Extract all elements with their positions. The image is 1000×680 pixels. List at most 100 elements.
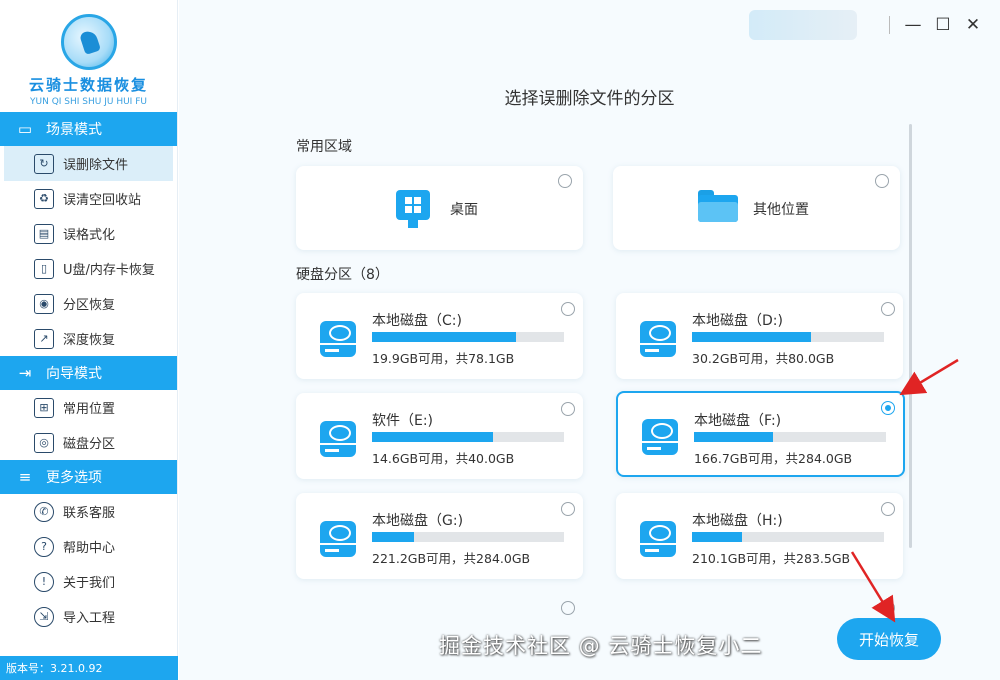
version-label: 版本号：3.21.0.92 <box>0 656 178 680</box>
sidebar-item-import-project[interactable]: ⇲ 导入工程 <box>0 599 177 634</box>
sidebar-item-partition[interactable]: ◉ 分区恢复 <box>0 286 177 321</box>
sidebar-item-deleted-files[interactable]: ↻ 误删除文件 <box>4 146 173 181</box>
sidebar-item-label: 联系客服 <box>63 506 116 521</box>
hard-disk-icon <box>640 321 676 357</box>
account-area[interactable] <box>749 10 857 40</box>
start-recovery-button[interactable]: 开始恢复 <box>837 618 941 660</box>
scrollbar[interactable] <box>909 124 912 548</box>
area-card-other-location[interactable]: 其他位置 <box>613 166 900 250</box>
sidebar-item-label: 导入工程 <box>63 611 116 626</box>
sidebar-item-help-center[interactable]: ? 帮助中心 <box>0 529 177 564</box>
disk-info: 166.7GB可用，共284.0GB <box>694 451 853 466</box>
sidebar-item-label: 误删除文件 <box>63 158 129 173</box>
disk-card-d[interactable]: 本地磁盘（D:) 30.2GB可用，共80.0GB <box>616 293 903 379</box>
disk-card-g[interactable]: 本地磁盘（G:) 221.2GB可用，共284.0GB <box>296 493 583 579</box>
deep-scan-icon: ↗ <box>34 328 54 349</box>
hard-disk-icon <box>320 521 356 557</box>
desktop-icon <box>396 190 430 228</box>
signpost-icon: ⇥ <box>18 364 32 382</box>
disk-usage-fill <box>372 432 493 442</box>
titlebar-divider <box>889 16 890 34</box>
recycle-bin-icon: ♻ <box>34 188 54 209</box>
monitor-icon: ▭ <box>17 120 33 138</box>
main-panel: — ☐ ✕ 选择误删除文件的分区 常用区域 桌面 其他位置 硬盘分区（8） 本地… <box>179 0 1000 680</box>
sidebar-item-label: 误格式化 <box>63 228 116 243</box>
section-wizard-mode: ⇥ 向导模式 <box>0 356 177 390</box>
disk-radio[interactable] <box>561 402 575 416</box>
disk-name: 本地磁盘（F:) <box>694 413 782 429</box>
disk-usage-bar <box>694 432 886 442</box>
hard-disk-icon <box>320 321 356 357</box>
sidebar-item-disk-partitions[interactable]: ◎ 磁盘分区 <box>0 425 177 460</box>
area-card-desktop[interactable]: 桌面 <box>296 166 583 250</box>
area-radio[interactable] <box>558 174 572 188</box>
partition-icon: ◉ <box>34 293 54 314</box>
windows-icon: ⊞ <box>34 397 54 418</box>
disk-card-partial-right[interactable] <box>616 593 903 615</box>
disk-usage-bar <box>372 332 564 342</box>
windows-logo-icon <box>405 197 421 213</box>
sidebar-item-label: 磁盘分区 <box>63 437 116 452</box>
disk-name: 本地磁盘（G:) <box>372 513 464 529</box>
disk-usage-bar <box>372 532 564 542</box>
disk-usage-fill <box>692 532 742 542</box>
disk-usage-fill <box>692 332 812 342</box>
usb-drive-icon: ▯ <box>34 258 54 279</box>
disk-usage-bar <box>692 532 884 542</box>
disk-radio[interactable] <box>561 502 575 516</box>
close-button[interactable]: ✕ <box>958 10 988 40</box>
disk-name: 本地磁盘（D:) <box>692 313 783 329</box>
section-title: 场景模式 <box>46 122 102 138</box>
app-name: 云骑士数据恢复 <box>28 76 148 94</box>
disk-card-partial-left[interactable] <box>296 593 583 615</box>
sidebar-item-label: 关于我们 <box>63 576 116 591</box>
title-bar: — ☐ ✕ <box>749 0 1000 50</box>
section-title: 向导模式 <box>46 366 102 382</box>
sidebar-item-deep-scan[interactable]: ↗ 深度恢复 <box>0 321 177 356</box>
menu-icon: ≡ <box>18 468 32 486</box>
sidebar-item-label: 常用位置 <box>63 402 116 417</box>
hard-disk-icon <box>642 419 678 455</box>
disk-info: 221.2GB可用，共284.0GB <box>372 551 531 566</box>
disk-section-label: 硬盘分区（8） <box>296 267 389 283</box>
disk-usage-fill <box>372 532 415 542</box>
disk-radio[interactable] <box>881 502 895 516</box>
knight-logo-icon <box>60 14 117 70</box>
disk-radio[interactable] <box>561 601 575 615</box>
sidebar-item-about-us[interactable]: ! 关于我们 <box>0 564 177 599</box>
disk-name: 本地磁盘（C:) <box>372 313 462 329</box>
disk-usage-fill <box>694 432 773 442</box>
disk-card-f[interactable]: 本地磁盘（F:) 166.7GB可用，共284.0GB <box>616 391 905 477</box>
disk-name: 软件（E:) <box>372 413 434 429</box>
disk-radio-selected[interactable] <box>881 401 895 415</box>
recover-file-icon: ↻ <box>34 153 54 174</box>
phone-icon: ✆ <box>34 501 54 522</box>
import-icon: ⇲ <box>34 606 54 627</box>
disk-card-c[interactable]: 本地磁盘（C:) 19.9GB可用，共78.1GB <box>296 293 583 379</box>
info-icon: ! <box>34 571 54 592</box>
sidebar-item-recycle-bin[interactable]: ♻ 误清空回收站 <box>0 181 177 216</box>
disk-usage-bar <box>692 332 884 342</box>
section-scenario-mode: ▭ 场景模式 <box>0 112 177 146</box>
area-label: 其他位置 <box>753 202 809 218</box>
sidebar-item-label: 帮助中心 <box>63 541 116 556</box>
disk-card-h[interactable]: 本地磁盘（H:) 210.1GB可用，共283.5GB <box>616 493 903 579</box>
sidebar-item-usb[interactable]: ▯ U盘/内存卡恢复 <box>0 251 177 286</box>
sidebar-item-common-locations[interactable]: ⊞ 常用位置 <box>0 390 177 425</box>
sidebar-item-contact-support[interactable]: ✆ 联系客服 <box>0 494 177 529</box>
disk-radio[interactable] <box>561 302 575 316</box>
help-icon: ? <box>34 536 54 557</box>
watermark: 掘金技术社区 @ 云骑士恢复小二 <box>439 634 763 658</box>
disk-radio[interactable] <box>881 302 895 316</box>
disk-info: 210.1GB可用，共283.5GB <box>692 551 851 566</box>
disk-card-e[interactable]: 软件（E:) 14.6GB可用，共40.0GB <box>296 393 583 479</box>
minimize-button[interactable]: — <box>898 10 928 40</box>
sidebar-item-format[interactable]: ▤ 误格式化 <box>0 216 177 251</box>
disk-name: 本地磁盘（H:) <box>692 513 783 529</box>
disk-radio[interactable] <box>881 601 895 615</box>
maximize-button[interactable]: ☐ <box>928 10 958 40</box>
sidebar-item-label: 分区恢复 <box>63 298 116 313</box>
area-radio[interactable] <box>875 174 889 188</box>
sidebar-item-label: U盘/内存卡恢复 <box>63 263 155 278</box>
sidebar: 云骑士数据恢复 YUN QI SHI SHU JU HUI FU ▭ 场景模式 … <box>0 0 178 680</box>
